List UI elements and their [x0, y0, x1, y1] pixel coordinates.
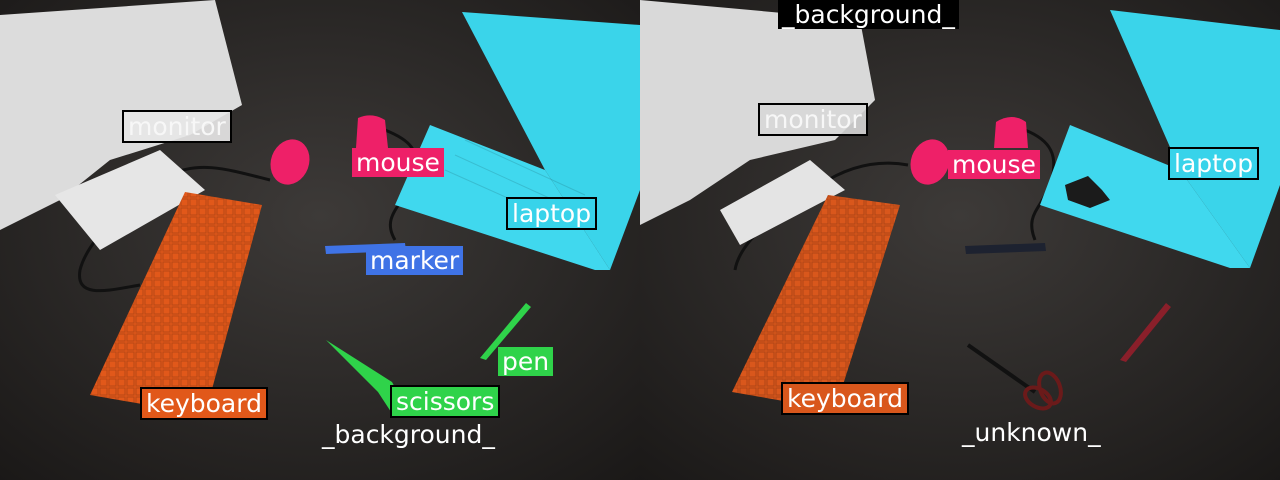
- keyboard-label: keyboard: [140, 387, 268, 420]
- marker-label: marker: [366, 246, 464, 275]
- mouse-label: mouse: [352, 148, 444, 177]
- monitor-label: monitor: [122, 110, 232, 143]
- monitor-label: monitor: [758, 103, 868, 136]
- left-scene: [0, 0, 640, 480]
- laptop-label: laptop: [1168, 147, 1260, 180]
- mouse2-mask: [356, 115, 388, 148]
- background-top-label: _background_: [778, 0, 959, 29]
- mouse2-mask: [994, 117, 1028, 148]
- background-label: _background_: [322, 420, 495, 449]
- mouse-label: mouse: [948, 150, 1040, 179]
- pen-label: pen: [498, 347, 554, 376]
- scissors-label: scissors: [390, 385, 501, 418]
- left-segmentation-panel: monitor mouse laptop marker pen scissors…: [0, 0, 640, 480]
- right-scene: [640, 0, 1280, 480]
- unknown-label: _unknown_: [962, 418, 1101, 447]
- segmentation-comparison: monitor mouse laptop marker pen scissors…: [0, 0, 1280, 480]
- right-segmentation-panel: _background_ monitor mouse laptop keyboa…: [640, 0, 1280, 480]
- laptop-label: laptop: [506, 197, 598, 230]
- keyboard-label: keyboard: [781, 382, 909, 415]
